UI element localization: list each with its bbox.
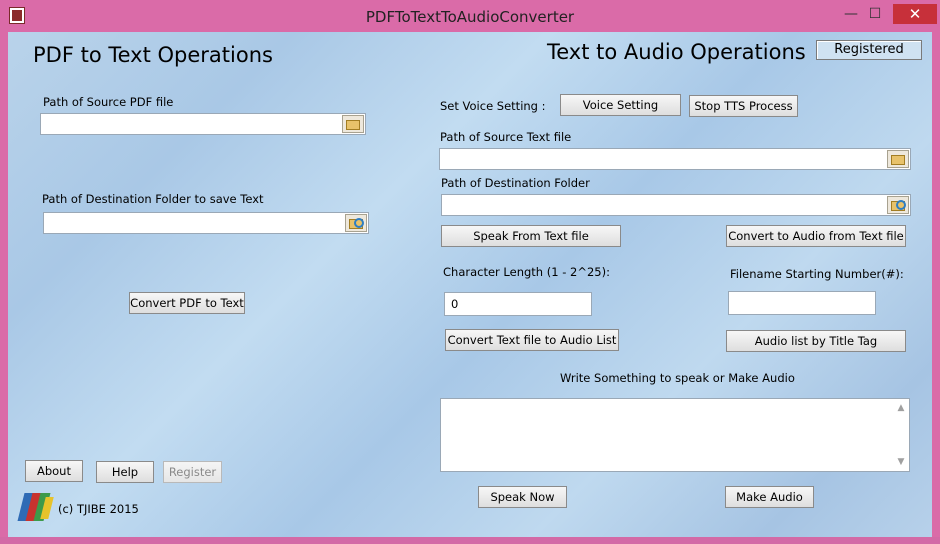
browse-pdf-button[interactable] [342, 115, 364, 133]
magnifier-icon [896, 200, 906, 210]
dest-audio-folder-label: Path of Destination Folder [441, 176, 590, 190]
source-pdf-input[interactable] [41, 114, 365, 134]
write-something-label: Write Something to speak or Make Audio [560, 371, 795, 385]
scroll-down-icon[interactable]: ▼ [893, 455, 909, 469]
voice-setting-button[interactable]: Voice Setting [560, 94, 681, 116]
make-audio-button[interactable]: Make Audio [725, 486, 814, 508]
char-length-input[interactable] [445, 293, 591, 315]
char-length-field[interactable] [444, 292, 592, 316]
browse-text-button[interactable] [887, 150, 909, 168]
browse-audio-folder-button[interactable] [887, 196, 909, 214]
dest-folder-field[interactable] [43, 212, 369, 234]
speak-text-area[interactable]: ▲ ▼ [440, 398, 910, 472]
filename-start-label: Filename Starting Number(#): [730, 267, 904, 281]
maximize-button[interactable]: ☐ [860, 4, 890, 24]
stop-tts-button[interactable]: Stop TTS Process [689, 95, 798, 117]
magnifier-icon [354, 218, 364, 228]
convert-to-audio-list-button[interactable]: Convert Text file to Audio List [445, 329, 619, 351]
dest-folder-input[interactable] [44, 213, 368, 233]
pdf-to-text-heading: PDF to Text Operations [33, 43, 273, 67]
textarea-scrollbar[interactable]: ▲ ▼ [893, 399, 909, 471]
audio-list-title-tag-button[interactable]: Audio list by Title Tag [726, 330, 906, 352]
speak-text-input[interactable] [442, 400, 892, 470]
source-text-field[interactable] [439, 148, 911, 170]
about-button[interactable]: About [25, 460, 83, 482]
folder-browse-icon [891, 155, 905, 165]
register-button[interactable]: Register [163, 461, 222, 483]
speak-from-file-button[interactable]: Speak From Text file [441, 225, 621, 247]
browse-dest-folder-button[interactable] [345, 214, 367, 232]
close-button[interactable]: ✕ [893, 4, 937, 24]
convert-audio-from-file-button[interactable]: Convert to Audio from Text file [726, 225, 906, 247]
dest-audio-folder-field[interactable] [441, 194, 911, 216]
voice-setting-label: Set Voice Setting : [440, 99, 546, 113]
app-window: PDFToTextToAudioConverter — ☐ ✕ PDF to T… [0, 0, 940, 544]
tjibe-logo-icon [17, 491, 54, 523]
speak-now-button[interactable]: Speak Now [478, 486, 567, 508]
copyright-text: (c) TJIBE 2015 [58, 502, 139, 516]
source-pdf-field[interactable] [40, 113, 366, 135]
source-text-input[interactable] [440, 149, 910, 169]
source-pdf-label: Path of Source PDF file [43, 95, 174, 109]
dest-audio-folder-input[interactable] [442, 195, 910, 215]
window-title: PDFToTextToAudioConverter [365, 8, 575, 26]
source-text-label: Path of Source Text file [440, 130, 572, 144]
convert-pdf-button[interactable]: Convert PDF to Text [129, 292, 245, 314]
registered-status: Registered [816, 40, 922, 60]
help-button[interactable]: Help [96, 461, 154, 483]
char-length-label: Character Length (1 - 2^25): [443, 265, 610, 279]
scroll-up-icon[interactable]: ▲ [893, 401, 909, 415]
filename-start-input[interactable] [729, 292, 875, 314]
text-to-audio-heading: Text to Audio Operations [547, 40, 806, 64]
filename-start-field[interactable] [728, 291, 876, 315]
title-bar[interactable]: PDFToTextToAudioConverter — ☐ ✕ [0, 0, 940, 32]
window-bottom-border [0, 537, 940, 544]
folder-browse-icon [346, 120, 360, 130]
dest-folder-label: Path of Destination Folder to save Text [42, 192, 264, 206]
client-area: PDF to Text Operations Path of Source PD… [8, 32, 932, 537]
